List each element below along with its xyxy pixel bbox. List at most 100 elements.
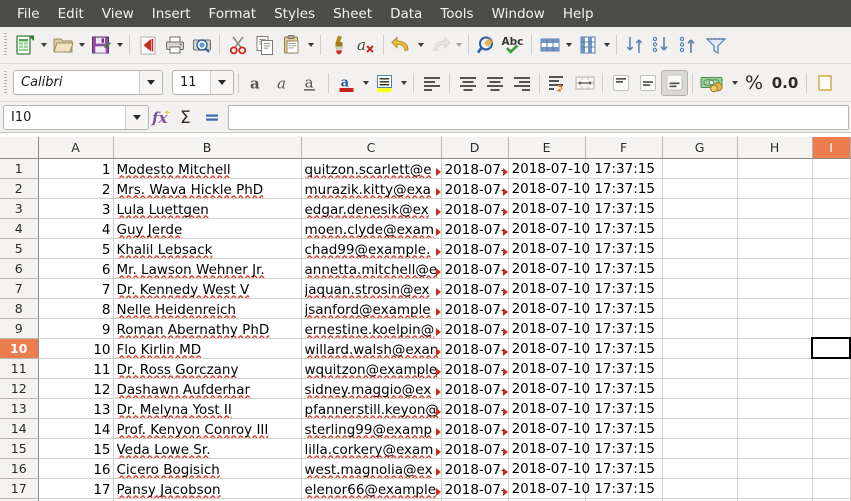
cell-G15[interactable] [662,438,738,459]
cell-B16[interactable]: Cicero Bogisich [113,458,302,479]
cell-E1[interactable]: 2018-07-10 17:37:15 [508,158,655,179]
cell-C3[interactable]: edgar.denesik@ex [301,198,442,219]
cell-F5[interactable] [585,238,663,259]
cell-I7[interactable] [812,278,851,299]
cell-D10[interactable]: 2018-07- [441,338,509,359]
row-header-2[interactable]: 2 [0,178,39,199]
cell-D13[interactable]: 2018-07- [441,398,509,419]
cell-G10[interactable] [662,338,738,359]
font-name-dropdown-arrow[interactable] [139,71,162,94]
cell-F11[interactable] [585,358,663,379]
cell-F1[interactable] [585,158,663,179]
cell-I12[interactable] [812,378,851,399]
insert-column-button[interactable] [574,32,601,58]
cell-B7[interactable]: Dr. Kennedy West V [113,278,302,299]
sort-button[interactable] [621,32,648,58]
cell-D17[interactable]: 2018-07- [441,478,509,499]
format-currency-dropdown[interactable] [729,70,740,96]
cell-D1[interactable]: 2018-07- [441,158,509,179]
cell-C2[interactable]: murazik.kitty@exa [301,178,442,199]
cell-B6[interactable]: Mr. Lawson Wehner Jr. [113,258,302,279]
row-header-7[interactable]: 7 [0,278,39,299]
sort-ascending-button[interactable] [648,32,675,58]
cell-B13[interactable]: Dr. Melyna Yost II [113,398,302,419]
cell-F8[interactable] [585,298,663,319]
cell-C11[interactable]: wquitzon@example [301,358,442,379]
copy-button[interactable] [251,32,278,58]
cell-E11[interactable]: 2018-07-10 17:37:15 [508,358,655,379]
align-right-button[interactable] [508,70,535,96]
column-header-E[interactable]: E [508,137,586,159]
sort-descending-button[interactable] [675,32,702,58]
cell-B9[interactable]: Roman Abernathy PhD [113,318,302,339]
cell-C14[interactable]: sterling99@examp [301,418,442,439]
cell-B12[interactable]: Dashawn Aufderhar [113,378,302,399]
cell-H13[interactable] [737,398,813,419]
cell-G2[interactable] [662,178,738,199]
cut-button[interactable] [224,32,251,58]
menu-item-file[interactable]: File [8,2,49,26]
cell-E2[interactable]: 2018-07-10 17:37:15 [508,178,655,199]
cell-C8[interactable]: jsanford@example [301,298,442,319]
cell-D11[interactable]: 2018-07- [441,358,509,379]
cell-C13[interactable]: pfannerstill.keyon@ [301,398,442,419]
row-header-3[interactable]: 3 [0,198,39,219]
cell-G8[interactable] [662,298,738,319]
cell-I5[interactable] [812,238,851,259]
column-header-A[interactable]: A [38,137,114,159]
cell-I11[interactable] [812,358,851,379]
cell-C15[interactable]: lilla.corkery@exam [301,438,442,459]
cell-I6[interactable] [812,258,851,279]
insert-row-button[interactable] [536,32,563,58]
cell-B5[interactable]: Khalil Lebsack [113,238,302,259]
cell-E4[interactable]: 2018-07-10 17:37:15 [508,218,655,239]
cell-A12[interactable]: 12 [38,378,114,399]
italic-button[interactable]: a [270,70,297,96]
row-header-15[interactable]: 15 [0,438,39,459]
cell-A6[interactable]: 6 [38,258,114,279]
cell-H1[interactable] [737,158,813,179]
cell-B17[interactable]: Pansy Jacobson [113,478,302,499]
cell-B8[interactable]: Nelle Heidenreich [113,298,302,319]
row-header-10[interactable]: 10 [0,338,39,359]
name-box[interactable]: I10 [3,104,149,130]
align-top-button[interactable] [607,70,634,96]
align-left-button[interactable] [418,70,445,96]
cell-F7[interactable] [585,278,663,299]
cell-E14[interactable]: 2018-07-10 17:37:15 [508,418,655,439]
row-header-6[interactable]: 6 [0,258,39,279]
cell-B3[interactable]: Lula Luettgen [113,198,302,219]
cell-C12[interactable]: sidney.maggio@ex [301,378,442,399]
cell-I9[interactable] [812,318,851,339]
column-header-G[interactable]: G [662,137,738,159]
font-name-combobox[interactable]: Calibri [13,70,163,95]
cell-H7[interactable] [737,278,813,299]
cell-D15[interactable]: 2018-07- [441,438,509,459]
cell-E7[interactable]: 2018-07-10 17:37:15 [508,278,655,299]
menu-item-help[interactable]: Help [554,2,603,26]
active-cell-cursor[interactable] [811,337,851,359]
spelling-button[interactable]: Abc [500,32,527,58]
print-preview-button[interactable] [188,32,215,58]
cell-F15[interactable] [585,438,663,459]
paste-button[interactable] [278,32,305,58]
column-header-C[interactable]: C [301,137,442,159]
column-header-D[interactable]: D [441,137,509,159]
cell-A1[interactable]: 1 [38,158,114,179]
cell-A10[interactable]: 10 [38,338,114,359]
format-currency-button[interactable] [697,70,729,96]
cell-A8[interactable]: 8 [38,298,114,319]
new-document-button[interactable] [11,32,38,58]
menu-item-insert[interactable]: Insert [143,2,200,26]
font-size-combobox[interactable]: 11 [172,70,234,95]
cell-D9[interactable]: 2018-07- [441,318,509,339]
cell-I17[interactable] [812,478,851,499]
cell-B2[interactable]: Mrs. Wava Hickle PhD [113,178,302,199]
cell-H2[interactable] [737,178,813,199]
toolbar-grip[interactable] [2,33,9,57]
cell-D5[interactable]: 2018-07- [441,238,509,259]
underline-button[interactable]: a [297,70,324,96]
row-header-11[interactable]: 11 [0,358,39,379]
cell-H3[interactable] [737,198,813,219]
formula-input-line[interactable] [228,104,849,130]
